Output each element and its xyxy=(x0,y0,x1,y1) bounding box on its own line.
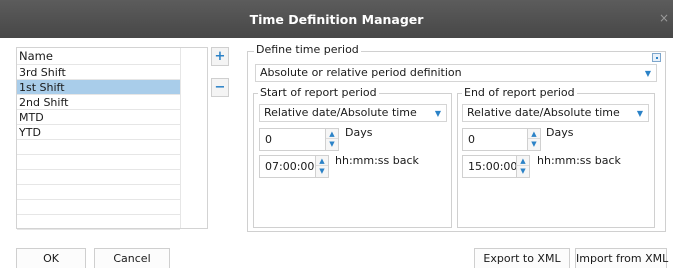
list-column-divider xyxy=(180,48,181,228)
stepper-arrows[interactable]: ▲ ▼ xyxy=(527,129,540,150)
start-mode-select[interactable]: Relative date/Absolute time ▼ xyxy=(259,104,447,122)
end-time-unit: hh:mm:ss back xyxy=(537,154,621,167)
time-definition-list[interactable]: Name 3rd Shift 1st Shift 2nd Shift MTD Y… xyxy=(16,47,208,230)
end-mode-value: Relative date/Absolute time xyxy=(467,106,620,119)
end-days-value: 0 xyxy=(468,133,475,146)
cancel-button[interactable]: Cancel xyxy=(94,248,170,268)
end-mode-select[interactable]: Relative date/Absolute time ▼ xyxy=(462,104,649,122)
end-days-unit: Days xyxy=(546,126,574,139)
start-days-stepper[interactable]: 0 ▲ ▼ xyxy=(259,128,339,151)
stepper-arrows[interactable]: ▲ ▼ xyxy=(315,156,328,177)
start-mode-value: Relative date/Absolute time xyxy=(264,106,417,119)
list-empty-row xyxy=(17,140,180,155)
end-period-label: End of report period xyxy=(462,86,577,99)
arrow-down-icon[interactable]: ▼ xyxy=(517,166,529,176)
close-icon[interactable]: × xyxy=(659,12,669,24)
window-title: Time Definition Manager xyxy=(249,11,424,27)
add-button[interactable]: + xyxy=(211,47,229,66)
end-days-stepper[interactable]: 0 ▲ ▼ xyxy=(462,128,541,151)
period-type-value: Absolute or relative period definition xyxy=(260,66,462,79)
list-empty-row xyxy=(17,200,180,215)
list-empty-row xyxy=(17,185,180,200)
ok-button[interactable]: OK xyxy=(16,248,86,268)
arrow-down-icon[interactable]: ▼ xyxy=(528,139,540,149)
list-empty-row xyxy=(17,215,180,230)
list-item-selected[interactable]: 1st Shift xyxy=(17,80,180,95)
arrow-up-icon[interactable]: ▲ xyxy=(316,156,328,166)
arrow-up-icon[interactable]: ▲ xyxy=(517,156,529,166)
chevron-down-icon: ▼ xyxy=(636,109,643,118)
chevron-down-icon: ▼ xyxy=(434,109,441,118)
define-time-period-label: Define time period xyxy=(254,43,361,56)
chevron-down-icon: ▼ xyxy=(644,69,651,78)
start-time-unit: hh:mm:ss back xyxy=(335,154,419,167)
stepper-arrows[interactable]: ▲ ▼ xyxy=(516,156,529,177)
list-item[interactable]: 3rd Shift xyxy=(17,65,180,80)
title-bar: Time Definition Manager × xyxy=(0,0,673,38)
arrow-down-icon[interactable]: ▼ xyxy=(316,166,328,176)
list-item[interactable]: MTD xyxy=(17,110,180,125)
export-xml-button[interactable]: Export to XML xyxy=(474,248,570,268)
arrow-up-icon[interactable]: ▲ xyxy=(528,129,540,139)
import-xml-button[interactable]: Import from XML xyxy=(575,248,668,268)
end-time-stepper[interactable]: 15:00:00 ▲ ▼ xyxy=(462,155,530,178)
arrow-up-icon[interactable]: ▲ xyxy=(326,129,338,139)
list-empty-row xyxy=(17,155,180,170)
start-time-stepper[interactable]: 07:00:00 ▲ ▼ xyxy=(259,155,329,178)
list-item[interactable]: YTD xyxy=(17,125,180,140)
start-days-unit: Days xyxy=(345,126,373,139)
start-period-label: Start of report period xyxy=(258,86,379,99)
list-item[interactable]: 2nd Shift xyxy=(17,95,180,110)
expand-icon[interactable] xyxy=(652,53,661,62)
period-type-select[interactable]: Absolute or relative period definition ▼ xyxy=(255,64,657,82)
start-time-value: 07:00:00 xyxy=(265,160,315,173)
list-empty-row xyxy=(17,170,180,185)
list-header-name[interactable]: Name xyxy=(17,48,180,65)
stepper-arrows[interactable]: ▲ ▼ xyxy=(325,129,338,150)
remove-button[interactable]: − xyxy=(211,78,229,97)
end-time-value: 15:00:00 xyxy=(468,160,518,173)
start-days-value: 0 xyxy=(265,133,272,146)
arrow-down-icon[interactable]: ▼ xyxy=(326,139,338,149)
